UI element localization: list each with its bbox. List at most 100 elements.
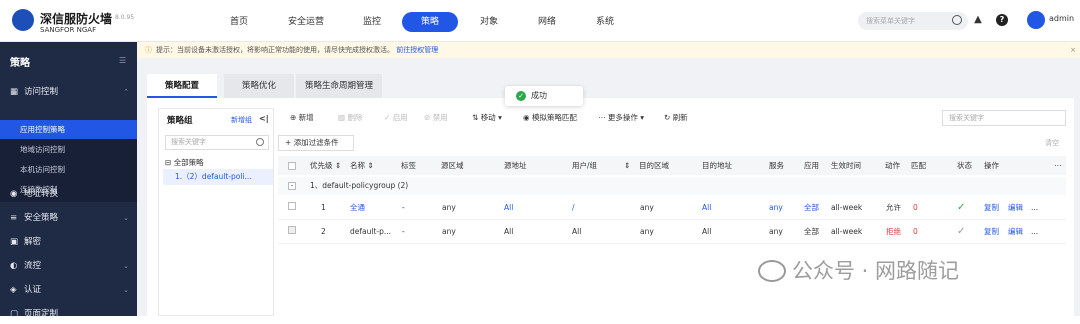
- select-all-checkbox[interactable]: [288, 162, 296, 170]
- menu-search-placeholder: 搜索菜单关键字: [866, 17, 915, 25]
- status-check-icon[interactable]: ✓: [957, 196, 965, 220]
- nav-network[interactable]: 网络: [536, 12, 558, 32]
- notice-text: 提示：当前设备未激活授权，将影响正常功能的使用，请尽快完成授权激活。: [156, 46, 394, 54]
- copy-link[interactable]: 复制: [984, 220, 999, 244]
- tree-item-default-group[interactable]: 1.（2）default-poli...: [163, 169, 273, 185]
- access-control-icon: ▦: [10, 87, 19, 97]
- cell-action: 拒绝: [886, 227, 901, 236]
- row-more-icon[interactable]: ...: [1031, 220, 1038, 244]
- add-circle-icon: ⊕: [290, 113, 297, 122]
- tab-policy-config[interactable]: 策略配置: [147, 74, 217, 98]
- cell-src-addr[interactable]: All: [504, 196, 513, 220]
- edit-link[interactable]: 编辑: [1008, 196, 1023, 220]
- col-priority[interactable]: 优先级 ⇕: [310, 156, 341, 175]
- new-label: 新增: [298, 113, 314, 122]
- avatar[interactable]: [1027, 11, 1045, 29]
- clear-filter-button[interactable]: 清空: [1045, 138, 1059, 148]
- nav-monitor[interactable]: 监控: [361, 12, 383, 32]
- col-action: 动作: [885, 161, 900, 170]
- new-button[interactable]: ⊕ 新增: [290, 110, 314, 126]
- success-toast: ✓ 成功: [505, 86, 583, 106]
- edit-link[interactable]: 编辑: [1008, 220, 1023, 244]
- table-row[interactable]: 1 全通 - any All / any All any 全部 all-week…: [278, 196, 1066, 220]
- row-more-icon[interactable]: ...: [1031, 196, 1038, 220]
- add-filter-label: 添加过滤条件: [293, 138, 339, 147]
- group-row[interactable]: - 1、default-policygroup (2): [278, 177, 1066, 195]
- sidebar-collapse-icon[interactable]: ☰: [119, 56, 126, 65]
- menu-search-input[interactable]: 搜索菜单关键字: [858, 12, 968, 30]
- add-filter-button[interactable]: + 添加过滤条件: [278, 135, 354, 151]
- nav-policy[interactable]: 策略: [402, 12, 458, 32]
- search-icon[interactable]: [256, 138, 264, 146]
- nav-objects[interactable]: 对象: [478, 12, 500, 32]
- sidebar-item-label: 认证: [24, 285, 42, 295]
- tab-policy-lifecycle[interactable]: 策略生命周期管理: [296, 74, 382, 98]
- license-notice: ⓘ 提示：当前设备未激活授权，将影响正常功能的使用，请尽快完成授权激活。 前往授权…: [137, 42, 1080, 58]
- cell-service[interactable]: any: [769, 196, 783, 220]
- version-label: 8.0.95: [115, 14, 135, 21]
- col-name[interactable]: 名称 ⇕: [350, 156, 374, 175]
- cell-app[interactable]: 全部: [804, 196, 819, 220]
- refresh-button[interactable]: ↻ 刷新: [664, 110, 688, 126]
- toast-text: 成功: [531, 91, 547, 100]
- status-check-icon[interactable]: ✓: [957, 220, 965, 244]
- copy-link[interactable]: 复制: [984, 196, 999, 220]
- cell-name[interactable]: 全通: [350, 196, 365, 220]
- nav-home[interactable]: 首页: [228, 12, 250, 32]
- tree-root[interactable]: ⊟ 全部策略: [165, 157, 204, 168]
- sidebar-item-security-policy[interactable]: ≡ 安全策略 ⌄: [0, 208, 137, 228]
- cell-dst-zone: any: [640, 227, 654, 236]
- collapse-panel-icon[interactable]: <|: [259, 114, 269, 123]
- tree-root-label: 全部策略: [173, 158, 204, 167]
- delete-button[interactable]: ▨ 删除: [338, 110, 362, 126]
- add-group-button[interactable]: 新增组: [231, 115, 252, 125]
- cell-user[interactable]: /: [572, 196, 575, 220]
- close-icon[interactable]: ×: [1070, 42, 1076, 58]
- policy-search-input[interactable]: 搜索关键字: [942, 110, 1066, 126]
- move-icon: ⇅: [472, 113, 479, 122]
- chevron-down-icon: ⌄: [123, 286, 129, 294]
- bell-icon[interactable]: ▲: [972, 14, 984, 26]
- sidebar-item-label: 地址转换: [24, 189, 59, 199]
- flow-icon: ◐: [10, 261, 18, 271]
- nav-system[interactable]: 系统: [594, 12, 616, 32]
- help-icon[interactable]: ?: [996, 14, 1008, 26]
- col-user: 用户/组: [572, 161, 598, 170]
- sidebar-sub-app-control[interactable]: 应用控制策略: [0, 120, 137, 139]
- cell-priority: 2: [321, 227, 326, 236]
- collapse-tree-icon[interactable]: ⊟: [165, 158, 171, 167]
- chevron-up-icon: ⌃: [123, 88, 129, 96]
- sidebar-item-auth[interactable]: ◈ 认证 ⌄: [0, 280, 137, 300]
- wechat-logo-icon: [758, 260, 786, 282]
- sidebar-sub-local-access[interactable]: 本机访问控制: [0, 160, 137, 179]
- cell-dst-addr: All: [702, 227, 712, 236]
- sidebar-item-nat[interactable]: ◉ 地址转换: [0, 184, 137, 204]
- column-settings-icon[interactable]: ⋯: [1054, 156, 1062, 175]
- enable-button[interactable]: ✓ 启用: [384, 110, 408, 126]
- tab-policy-optimize[interactable]: 策略优化: [224, 74, 294, 98]
- more-actions-button[interactable]: ⋯ 更多操作 ▾: [598, 110, 644, 126]
- username[interactable]: admin: [1049, 14, 1074, 23]
- cell-src-zone: any: [442, 227, 456, 236]
- move-button[interactable]: ⇅ 移动 ▾: [472, 110, 502, 126]
- sidebar-item-page-custom[interactable]: ▢ 页面定制: [0, 304, 137, 324]
- col-sort-icon[interactable]: ⇕: [624, 156, 630, 175]
- search-icon[interactable]: [952, 15, 962, 25]
- disable-button[interactable]: ⊘ 禁用: [424, 110, 448, 126]
- row-checkbox[interactable]: [288, 202, 296, 210]
- row-checkbox[interactable]: [288, 226, 296, 234]
- license-link[interactable]: 前往授权管理: [396, 46, 438, 54]
- cell-dst-addr[interactable]: All: [702, 196, 711, 220]
- sidebar-item-access-control[interactable]: ▦ 访问控制 ⌃: [0, 82, 137, 102]
- simulate-match-button[interactable]: ◉ 模拟策略匹配: [523, 110, 577, 126]
- table-row[interactable]: 2 default-p... - any All All any All any…: [278, 220, 1066, 244]
- col-src-zone: 源区域: [441, 161, 464, 170]
- col-dst-addr: 目的地址: [702, 161, 732, 170]
- sidebar-item-decrypt[interactable]: ▣ 解密: [0, 232, 137, 252]
- group-search-input[interactable]: 搜索关键字: [165, 135, 269, 150]
- sidebar-sub-geo-access[interactable]: 地域访问控制: [0, 140, 137, 159]
- cell-name[interactable]: default-p...: [350, 220, 391, 244]
- nav-security-ops[interactable]: 安全运营: [286, 12, 326, 32]
- sidebar-item-flow-control[interactable]: ◐ 流控 ⌄: [0, 256, 137, 276]
- collapse-group-icon[interactable]: -: [288, 182, 296, 190]
